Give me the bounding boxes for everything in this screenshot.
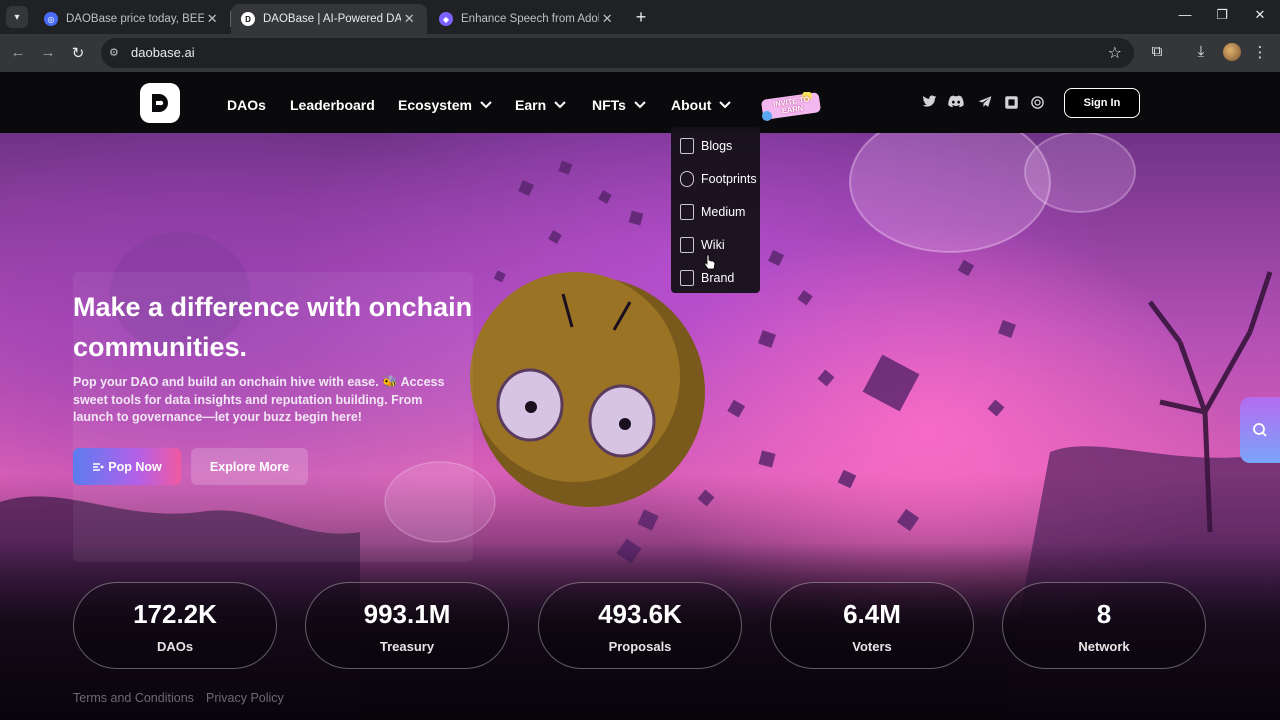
stat-card-network: 8 Network <box>1002 582 1206 669</box>
chevron-down-icon <box>719 101 732 109</box>
nav-earn[interactable]: Earn <box>515 97 566 113</box>
menu-item-medium[interactable]: Medium <box>671 195 760 228</box>
stat-card-proposals: 493.6K Proposals <box>538 582 742 669</box>
stat-value: 8 <box>1096 599 1112 629</box>
nav-label: DAOs <box>227 97 266 113</box>
tab-title: DAOBase price today, BEE to US <box>66 13 205 25</box>
stat-card-daos: 172.2K DAOs <box>73 582 277 669</box>
gitbook-icon[interactable] <box>1002 95 1020 113</box>
nav-daos[interactable]: DAOs <box>227 97 266 113</box>
document-icon <box>680 269 694 286</box>
bookmark-star-icon[interactable]: ☆ <box>1108 43 1122 63</box>
tab-search-button[interactable]: ▾ <box>6 6 28 28</box>
pop-now-button[interactable]: Pop Now <box>73 448 181 485</box>
stat-label: Voters <box>852 639 892 654</box>
menu-item-label: Brand <box>701 270 735 285</box>
stat-value: 993.1M <box>363 599 451 629</box>
stat-label: DAOs <box>156 639 194 654</box>
close-window-icon[interactable]: ✕ <box>1250 7 1270 23</box>
site-info-icon[interactable]: ⚙ <box>109 46 119 59</box>
menu-item-label: Footprints <box>701 171 757 186</box>
browser-tab-active[interactable]: D DAOBase | AI-Powered DAO La ✕ <box>231 4 427 34</box>
nav-leaderboard[interactable]: Leaderboard <box>290 97 375 113</box>
browser-tab[interactable]: ◆ Enhance Speech from Adobe | F ✕ <box>429 4 625 34</box>
minimize-icon[interactable]: — <box>1175 7 1195 22</box>
menu-item-label: Medium <box>701 204 746 219</box>
website-viewport: DAOs Leaderboard Ecosystem Earn NFTs Abo… <box>0 72 1280 720</box>
tab-title: Enhance Speech from Adobe | F <box>461 13 599 25</box>
nav-label: Ecosystem <box>398 97 472 113</box>
back-icon[interactable]: ← <box>9 44 27 61</box>
chevron-down-icon <box>480 101 492 109</box>
menu-item-footprints[interactable]: Footprints <box>671 162 760 195</box>
daobase-logo[interactable] <box>140 83 180 123</box>
close-tab-icon[interactable]: ✕ <box>401 11 417 27</box>
document-icon <box>680 137 694 154</box>
twitter-icon[interactable] <box>920 95 938 111</box>
hand-cursor-icon <box>704 254 716 270</box>
coin-favicon-icon: ◎ <box>44 12 58 26</box>
telegram-icon[interactable] <box>976 95 994 111</box>
profile-avatar[interactable] <box>1223 43 1241 61</box>
stat-value: 493.6K <box>598 599 682 629</box>
stat-label: Treasury <box>379 639 435 654</box>
stat-card-treasury: 993.1M Treasury <box>305 582 509 669</box>
url-text[interactable]: daobase.ai <box>131 45 195 60</box>
close-tab-icon[interactable]: ✕ <box>204 11 220 27</box>
hero-title: Make a difference with onchain communiti… <box>73 292 473 362</box>
bookmark-book-icon <box>680 203 694 220</box>
download-icon[interactable]: ⤓ <box>1191 43 1211 60</box>
pop-now-label: Pop Now <box>108 459 162 474</box>
browser-tabstrip: ▾ ◎ DAOBase price today, BEE to US ✕ D D… <box>0 0 1280 34</box>
new-tab-button[interactable]: + <box>632 8 650 26</box>
terms-link[interactable]: Terms and Conditions <box>73 691 194 705</box>
explore-more-label: Explore More <box>209 459 290 474</box>
forward-icon[interactable]: → <box>39 44 57 61</box>
stat-card-voters: 6.4M Voters <box>770 582 974 669</box>
nav-ecosystem[interactable]: Ecosystem <box>398 97 492 113</box>
sign-in-button[interactable]: Sign In <box>1064 88 1140 118</box>
menu-item-label: Blogs <box>701 138 733 153</box>
nav-label: About <box>671 97 712 113</box>
explore-more-button[interactable]: Explore More <box>191 448 308 485</box>
search-icon <box>1253 423 1267 437</box>
daobase-logo-icon <box>152 94 168 112</box>
menu-kebab-icon[interactable]: ⋮ <box>1250 43 1270 61</box>
tab-title: DAOBase | AI-Powered DAO La <box>263 13 402 25</box>
bookmark-book-icon <box>680 236 694 253</box>
stat-label: Proposals <box>608 639 672 654</box>
address-bar[interactable]: ⚙ daobase.ai ☆ <box>101 38 1134 68</box>
invite-to-earn-badge[interactable]: INVITE TO EARN <box>760 91 822 122</box>
nav-nfts[interactable]: NFTs <box>592 97 646 113</box>
floating-search-button[interactable] <box>1240 397 1280 463</box>
chevron-down-icon <box>554 101 566 109</box>
list-filter-icon <box>93 462 104 471</box>
adobe-podcast-favicon-icon: ◆ <box>439 12 453 26</box>
nav-label: NFTs <box>592 97 626 113</box>
route-icon <box>680 170 694 187</box>
menu-item-label: Wiki <box>701 237 725 252</box>
menu-item-blogs[interactable]: Blogs <box>671 129 760 162</box>
privacy-link[interactable]: Privacy Policy <box>206 691 284 705</box>
close-tab-icon[interactable]: ✕ <box>599 11 615 27</box>
chevron-down-icon <box>634 101 646 109</box>
openai-icon[interactable] <box>1028 95 1046 113</box>
site-navbar: DAOs Leaderboard Ecosystem Earn NFTs Abo… <box>0 72 1280 133</box>
nav-label: Earn <box>515 97 547 113</box>
nav-about[interactable]: About <box>671 97 732 113</box>
daobase-favicon-icon: D <box>241 12 255 26</box>
stat-value: 6.4M <box>843 599 901 629</box>
extensions-icon[interactable]: ⧉ <box>1147 43 1167 60</box>
discord-icon[interactable] <box>947 95 965 111</box>
stat-value: 172.2K <box>133 599 217 629</box>
nav-label: Leaderboard <box>290 97 375 113</box>
browser-tab[interactable]: ◎ DAOBase price today, BEE to US ✕ <box>34 4 230 34</box>
reload-icon[interactable]: ↻ <box>69 44 87 62</box>
hero-subtitle: Pop your DAO and build an onchain hive w… <box>73 375 445 424</box>
browser-toolbar: ← → ↻ ⚙ daobase.ai ☆ ⧉ ⤓ ⋮ <box>0 34 1280 72</box>
restore-icon[interactable]: ❐ <box>1212 7 1232 23</box>
sign-in-label: Sign In <box>1083 97 1121 109</box>
stat-label: Network <box>1078 639 1130 654</box>
